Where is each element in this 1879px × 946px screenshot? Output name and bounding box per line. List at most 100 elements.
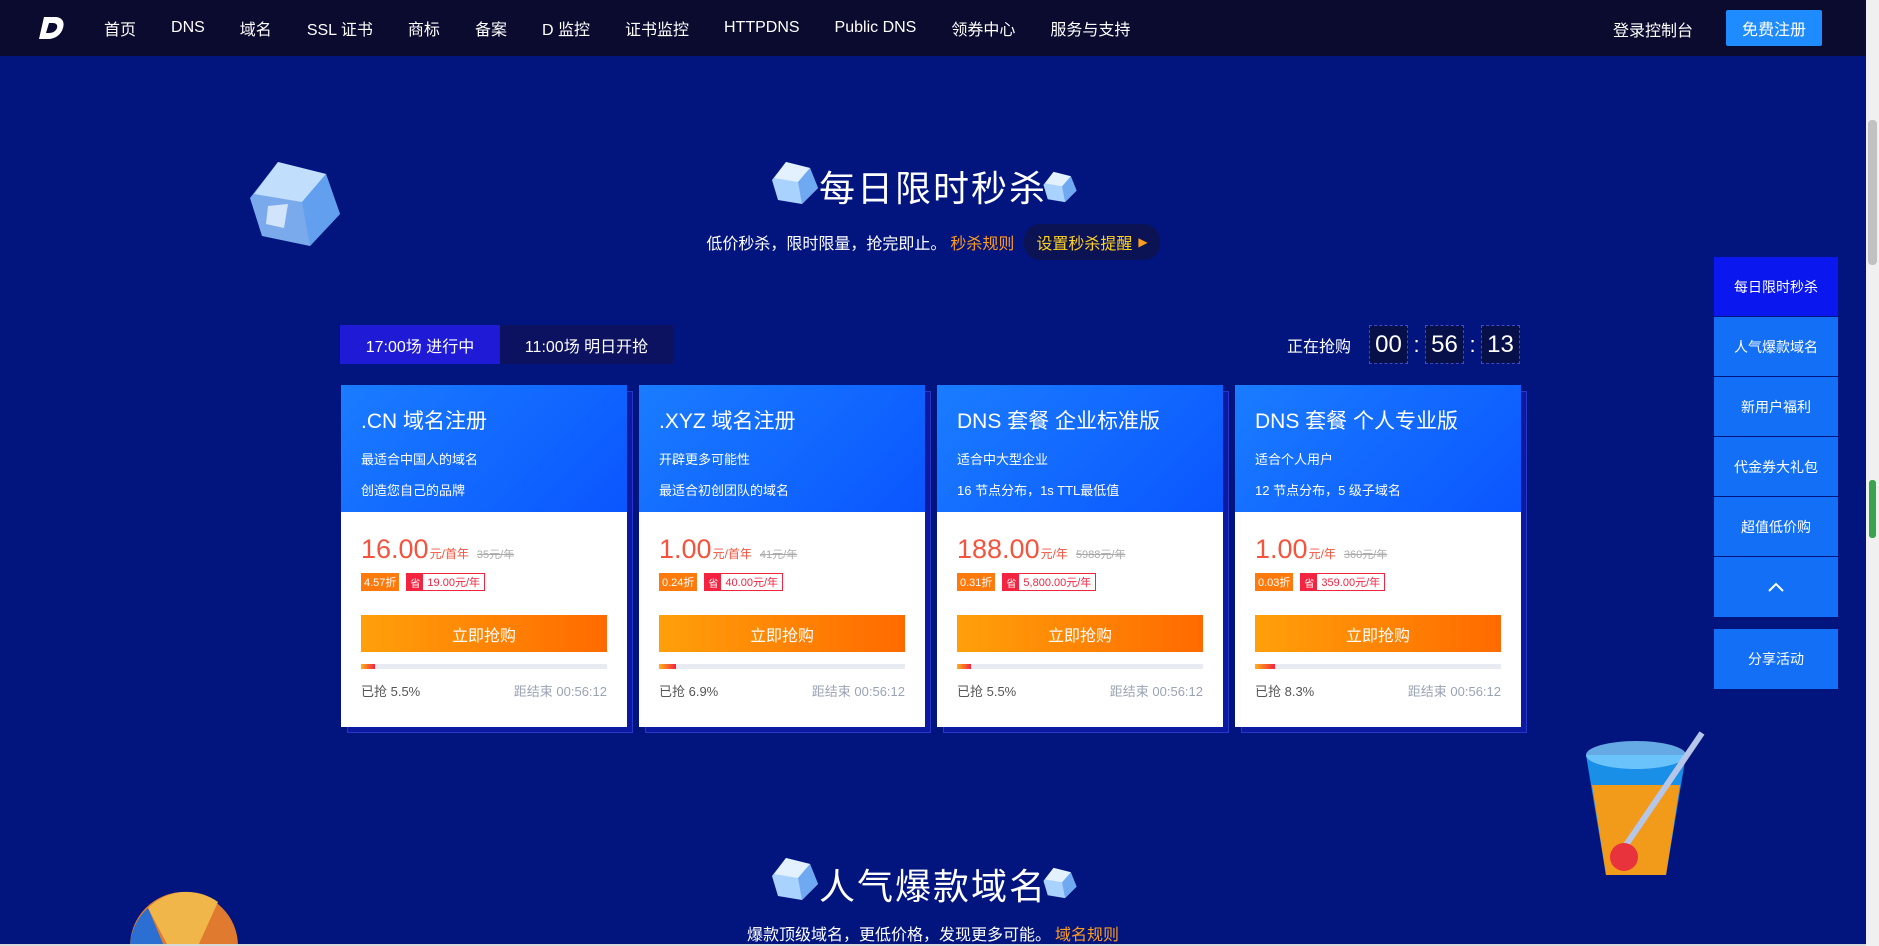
original-price: 5988元/年 [1075, 549, 1126, 561]
savings-amount: 40.00元/年 [725, 577, 779, 589]
tab-session-active[interactable]: 17:00场 进行中 [340, 325, 500, 364]
badges: 0.31折 省 5,800.00元/年 [957, 573, 1203, 591]
dnspod-logo-icon[interactable] [38, 14, 66, 42]
countdown-label: 正在抢购 [1287, 338, 1352, 356]
countdown-hours: 00 [1369, 325, 1409, 364]
countdown-seconds: 13 [1481, 325, 1521, 364]
card-title: DNS 套餐 个人专业版 [1255, 410, 1459, 433]
session-tabs: 17:00场 进行中 11:00场 明日开抢 [340, 325, 673, 364]
nav-item-d-monitor[interactable]: D 监控 [542, 16, 590, 40]
card-desc-line1: 适合个人用户 [1255, 452, 1334, 467]
product-card: .CN 域名注册 最适合中国人的域名 创造您自己的品牌 16.00 元/首年 3… [341, 385, 633, 733]
login-console-link[interactable]: 登录控制台 [1613, 17, 1693, 41]
discount-badge: 0.24折 [659, 573, 698, 591]
top-nav: 首页 DNS 域名 SSL 证书 商标 备案 D 监控 证书监控 HTTPDNS… [0, 0, 1866, 56]
back-to-top-button[interactable] [1714, 557, 1838, 617]
nav-item-icp[interactable]: 备案 [475, 16, 507, 40]
price: 1.00 [1255, 534, 1308, 564]
flash-sale-rules-link[interactable]: 秒杀规则 [950, 230, 1014, 254]
product-card: DNS 套餐 个人专业版 适合个人用户 12 节点分布，5 级子域名 1.00 … [1235, 385, 1527, 733]
discount-badge: 0.03折 [1255, 573, 1294, 591]
price-row: 1.00 元/年 360元/年 [1255, 534, 1501, 565]
speaker-icon: ▶ [1138, 235, 1148, 249]
price-row: 1.00 元/首年 41元/年 [659, 534, 905, 565]
nav-item-support[interactable]: 服务与支持 [1050, 16, 1130, 40]
card-desc-line1: 最适合中国人的域名 [361, 452, 479, 467]
sold-progress-bar [361, 664, 607, 669]
time-remaining: 距结束 00:56:12 [1109, 684, 1203, 699]
flash-sale-subtitle: 低价秒杀，限时限量，抢完即止。 [706, 236, 947, 253]
save-icon: 省 [1301, 574, 1318, 590]
sold-progress-fill [361, 664, 375, 669]
product-card: .XYZ 域名注册 开辟更多可能性 最适合初创团队的域名 1.00 元/首年 4… [639, 385, 931, 733]
buy-now-button[interactable]: 立即抢购 [659, 615, 905, 652]
flash-sale-title: 每日限时秒杀 [818, 168, 1047, 209]
nav-item-dns[interactable]: DNS [171, 19, 205, 37]
flash-sale-subtitle-row: 低价秒杀，限时限量，抢完即止。 秒杀规则 设置秒杀提醒 ▶ [0, 224, 1866, 260]
savings-amount: 359.00元/年 [1321, 577, 1381, 589]
price-row: 16.00 元/首年 35元/年 [361, 534, 607, 565]
buy-now-button[interactable]: 立即抢购 [957, 615, 1203, 652]
side-nav-low-price[interactable]: 超值低价购 [1714, 497, 1838, 556]
side-nav-vouchers[interactable]: 代金券大礼包 [1714, 437, 1838, 496]
price: 16.00 [361, 534, 429, 564]
sold-progress-bar [957, 664, 1203, 669]
card-body: DNS 套餐 企业标准版 适合中大型企业 16 节点分布，1s TTL最低值 1… [937, 385, 1223, 727]
savings-amount: 19.00元/年 [427, 577, 481, 589]
original-price: 41元/年 [759, 549, 798, 561]
card-title: .XYZ 域名注册 [659, 410, 796, 433]
save-icon: 省 [1003, 574, 1020, 590]
nav-item-cert-monitor[interactable]: 证书监控 [625, 16, 689, 40]
side-nav: 每日限时秒杀 人气爆款域名 新用户福利 代金券大礼包 超值低价购 分享活动 [1714, 257, 1838, 689]
set-reminder-label: 设置秒杀提醒 [1036, 236, 1133, 253]
buy-now-button[interactable]: 立即抢购 [361, 615, 607, 652]
register-button[interactable]: 免费注册 [1726, 10, 1822, 46]
savings-badge: 省 19.00元/年 [406, 573, 486, 591]
price-unit: 元/年 [1040, 547, 1068, 561]
tab-session-next[interactable]: 11:00场 明日开抢 [500, 325, 673, 364]
price-unit: 元/首年 [429, 547, 469, 561]
nav-item-domain[interactable]: 域名 [240, 16, 272, 40]
side-nav-hot-domains[interactable]: 人气爆款域名 [1714, 317, 1838, 376]
nav-item-home[interactable]: 首页 [104, 16, 136, 40]
badges: 0.03折 省 359.00元/年 [1255, 573, 1501, 591]
badges: 0.24折 省 40.00元/年 [659, 573, 905, 591]
nav-item-public-dns[interactable]: Public DNS [835, 19, 917, 37]
savings-amount: 5,800.00元/年 [1023, 577, 1092, 589]
nav-item-httpdns[interactable]: HTTPDNS [724, 19, 800, 37]
chevron-up-icon [1768, 582, 1784, 592]
time-remaining: 距结束 00:56:12 [811, 684, 905, 699]
scrollbar-thumb[interactable] [1868, 120, 1877, 265]
original-price: 360元/年 [1343, 549, 1388, 561]
hot-domains-subtitle: 爆款顶级域名，更低价格，发现更多可能。 [746, 927, 1051, 944]
domain-rules-link[interactable]: 域名规则 [1055, 927, 1119, 944]
sold-progress-fill [659, 664, 676, 669]
price-unit: 元/首年 [712, 547, 752, 561]
scrollbar[interactable] [1866, 0, 1879, 946]
hot-domains-subtitle-row: 爆款顶级域名，更低价格，发现更多可能。 域名规则 [0, 921, 1866, 945]
badges: 4.57折 省 19.00元/年 [361, 573, 607, 591]
buy-now-button[interactable]: 立即抢购 [1255, 615, 1501, 652]
savings-badge: 省 40.00元/年 [704, 573, 784, 591]
nav-item-ssl[interactable]: SSL 证书 [307, 16, 373, 40]
sold-percent: 已抢 8.3% [1255, 684, 1315, 699]
sold-percent: 已抢 5.5% [361, 684, 421, 699]
ice-cube-right-icon [1043, 867, 1077, 899]
card-desc-line2: 最适合初创团队的域名 [659, 483, 790, 498]
card-desc-line1: 开辟更多可能性 [659, 452, 751, 467]
side-nav-new-user[interactable]: 新用户福利 [1714, 377, 1838, 436]
nav-item-coupon-center[interactable]: 领券中心 [951, 16, 1015, 40]
ice-cube-right-icon [1043, 171, 1077, 203]
share-activity-button[interactable]: 分享活动 [1714, 629, 1838, 689]
set-reminder-button[interactable]: 设置秒杀提醒 ▶ [1024, 224, 1160, 260]
card-body: DNS 套餐 个人专业版 适合个人用户 12 节点分布，5 级子域名 1.00 … [1235, 385, 1521, 727]
countdown-separator: : [1413, 331, 1420, 357]
side-nav-flash-sale[interactable]: 每日限时秒杀 [1714, 257, 1838, 316]
nav-item-trademark[interactable]: 商标 [408, 16, 440, 40]
card-title: .CN 域名注册 [361, 410, 487, 433]
discount-badge: 0.31折 [957, 573, 996, 591]
sold-percent: 已抢 6.9% [659, 684, 719, 699]
product-cards: .CN 域名注册 最适合中国人的域名 创造您自己的品牌 16.00 元/首年 3… [341, 385, 1533, 733]
card-desc-line2: 16 节点分布，1s TTL最低值 [957, 483, 1120, 498]
nav-menu: 首页 DNS 域名 SSL 证书 商标 备案 D 监控 证书监控 HTTPDNS… [104, 0, 1165, 56]
